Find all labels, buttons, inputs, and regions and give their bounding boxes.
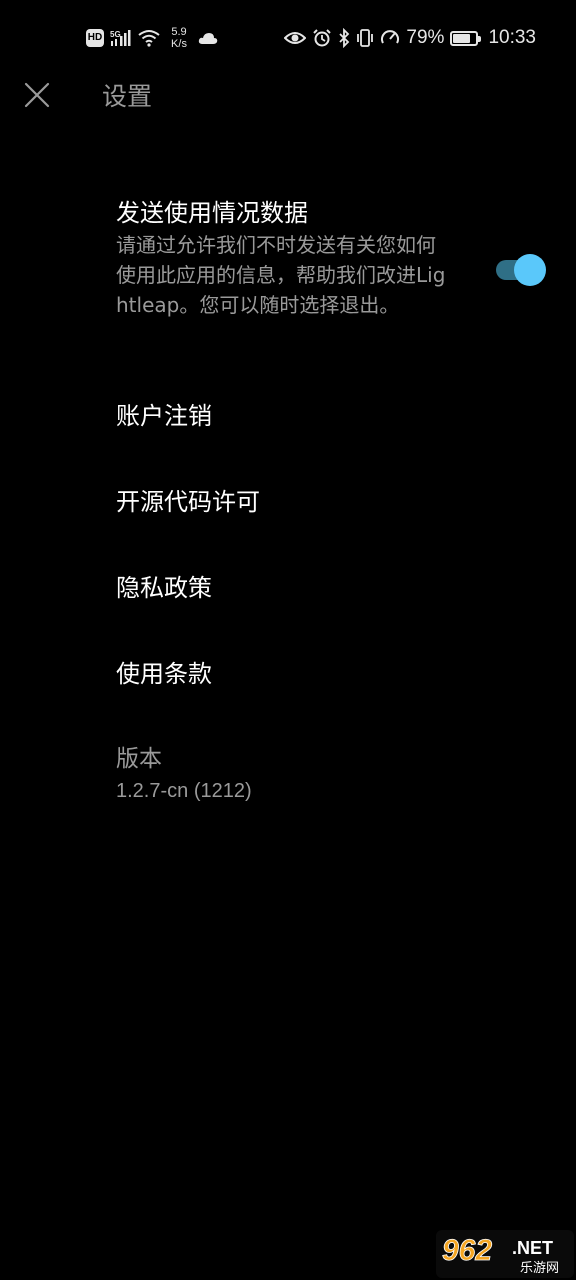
alarm-icon: [313, 29, 332, 47]
open-source-license-item[interactable]: 开源代码许可: [116, 482, 516, 522]
usage-data-title: 发送使用情况数据: [116, 199, 308, 227]
speedometer-icon: [381, 30, 400, 44]
usage-data-setting[interactable]: 发送使用情况数据 请通过允许我们不时发送有关您如何使用此应用的信息，帮助我们改进…: [116, 196, 556, 356]
watermark-subtitle: 乐游网: [520, 1261, 559, 1276]
cloud-icon: [198, 33, 218, 44]
usage-data-description: 请通过允许我们不时发送有关您如何使用此应用的信息，帮助我们改进Lightleap…: [116, 233, 446, 317]
toggle-thumb: [514, 254, 546, 286]
app-header: 设置: [0, 72, 576, 122]
network-speed-unit: K/s: [171, 38, 187, 50]
network-speed: 5.9 K/s: [166, 26, 192, 50]
usage-data-toggle[interactable]: [494, 254, 546, 286]
settings-screen: HD 5G 5.9 K/s 79% 10:33 设置 发送使用情况数据 请通过允…: [0, 0, 576, 1280]
status-bar-left: HD 5G 5.9 K/s: [86, 23, 218, 53]
status-bar: HD 5G 5.9 K/s 79% 10:33: [0, 0, 576, 72]
battery-icon: [450, 30, 482, 46]
network-speed-value: 5.9: [171, 26, 187, 38]
status-bar-right: 79% 10:33: [284, 23, 536, 53]
eye-icon: [284, 32, 307, 44]
account-cancel-item[interactable]: 账户注销: [116, 396, 516, 436]
watermark-suffix: .NET: [512, 1238, 553, 1258]
page-title: 设置: [102, 82, 153, 111]
privacy-policy-item[interactable]: 隐私政策: [116, 568, 516, 608]
bluetooth-icon: [339, 28, 350, 48]
watermark-brand: 962: [442, 1234, 492, 1267]
battery-percent: 79%: [406, 27, 445, 48]
version-info: 版本 1.2.7-cn (1212): [116, 742, 516, 806]
hd-icon: HD: [86, 29, 104, 47]
close-button[interactable]: [22, 80, 52, 110]
signal-icon: 5G: [110, 30, 131, 46]
vibrate-icon: [357, 29, 374, 47]
clock: 10:33: [488, 27, 536, 48]
svg-text:5G: 5G: [110, 30, 121, 39]
version-label: 版本: [116, 746, 162, 772]
terms-of-use-item[interactable]: 使用条款: [116, 654, 516, 694]
battery-fill: [453, 33, 471, 43]
close-icon: [24, 82, 50, 108]
watermark-logo: 962 .NET 乐游网: [436, 1230, 574, 1278]
version-value: 1.2.7-cn (1212): [116, 780, 252, 802]
wifi-icon: [138, 30, 160, 47]
